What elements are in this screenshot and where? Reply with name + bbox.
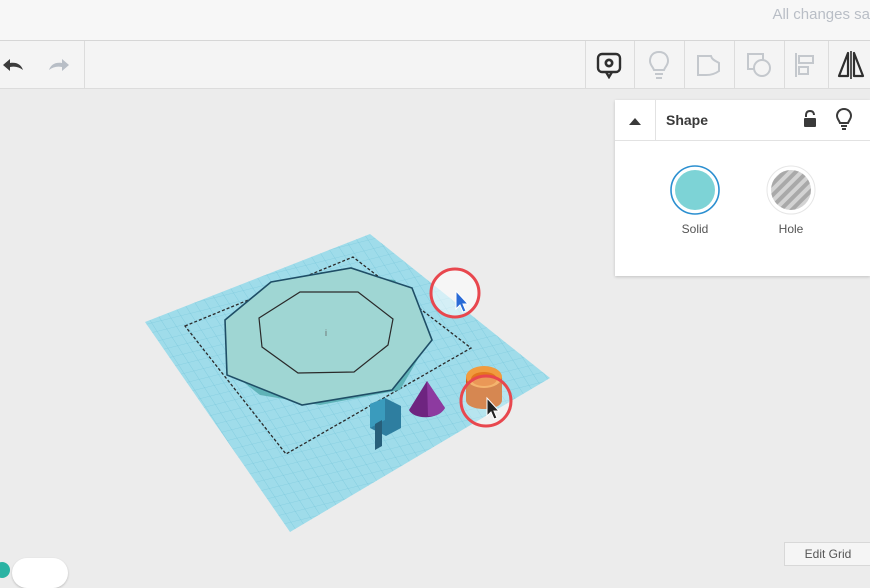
view-controls[interactable] xyxy=(12,558,68,588)
solid-option[interactable] xyxy=(670,165,720,220)
collapse-icon[interactable] xyxy=(627,114,643,132)
group-icon[interactable] xyxy=(690,41,728,88)
undo-icon[interactable] xyxy=(0,41,28,88)
notes-icon[interactable] xyxy=(590,41,628,88)
redo-icon[interactable] xyxy=(44,41,72,88)
status-dot xyxy=(0,562,10,578)
hole-option[interactable] xyxy=(766,165,816,220)
solid-label: Solid xyxy=(681,222,709,236)
ungroup-icon[interactable] xyxy=(740,41,778,88)
light-bulb-icon[interactable] xyxy=(835,107,853,136)
shape-panel: Shape Solid Hole xyxy=(615,100,870,276)
top-bar: All changes sa xyxy=(0,0,870,41)
save-status: All changes sa xyxy=(772,6,870,23)
lock-icon[interactable] xyxy=(801,109,819,134)
hole-label: Hole xyxy=(778,222,804,236)
mirror-icon[interactable] xyxy=(832,41,870,88)
toolbar xyxy=(0,41,870,89)
show-all-icon[interactable] xyxy=(640,41,678,88)
shape-panel-header: Shape xyxy=(615,100,870,141)
svg-text:i: i xyxy=(325,328,327,338)
cursor-highlight xyxy=(459,374,513,428)
shape-panel-title: Shape xyxy=(666,112,709,128)
edit-grid-button[interactable]: Edit Grid xyxy=(784,542,870,566)
align-icon[interactable] xyxy=(788,41,822,88)
cursor-highlight xyxy=(429,267,481,319)
